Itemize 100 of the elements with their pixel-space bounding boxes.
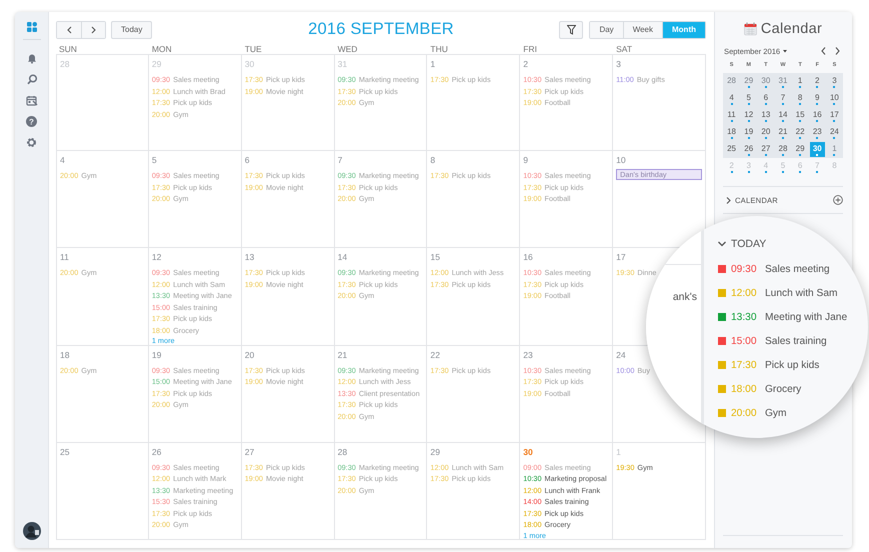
mini-calendar-day[interactable]: 14 (775, 108, 791, 123)
filter-icon (566, 24, 576, 34)
sidebar-title: Calendar (760, 20, 822, 36)
next-month-icon[interactable] (835, 47, 840, 55)
mini-calendar-day[interactable]: 26 (741, 142, 756, 157)
settings-icon[interactable] (26, 137, 37, 148)
weekday-header: WED (336, 43, 358, 54)
event-title: Sales training (765, 336, 827, 346)
add-icon[interactable] (833, 195, 843, 205)
mini-calendar-day[interactable]: 28 (724, 74, 740, 89)
mini-calendar-day[interactable]: 17 (826, 108, 842, 123)
notification-bell-icon[interactable] (26, 53, 36, 64)
day-number: 25 (60, 446, 70, 457)
mini-calendar-day[interactable]: 22 (792, 125, 808, 140)
mini-calendar-day[interactable]: 5 (741, 91, 756, 106)
mini-calendar-day[interactable]: 27 (758, 142, 774, 157)
today-button[interactable]: Today (111, 20, 152, 38)
weekday-header: MON (150, 43, 173, 54)
month-title: 2016 SEPTEMBER (308, 20, 454, 39)
day-number: 22 (430, 350, 440, 360)
mini-calendar-day[interactable]: 29 (792, 142, 808, 157)
mini-calendar-day[interactable]: 9 (810, 91, 825, 106)
magnified-text: ank's (672, 291, 697, 303)
event-title: Pick up kids (765, 360, 820, 370)
day-number: 8 (430, 155, 436, 166)
previous-month-icon[interactable] (821, 47, 826, 55)
mini-calendar-day[interactable]: 16 (810, 108, 825, 123)
mini-calendar-day[interactable]: 23 (810, 125, 825, 140)
mini-calendar-day[interactable]: 18 (724, 125, 740, 140)
event-title: Meeting with Jane (765, 312, 848, 322)
day-number: 4 (60, 155, 65, 166)
mini-calendar-day[interactable]: 24 (826, 125, 842, 140)
mini-calendar-day[interactable]: 31 (775, 74, 791, 89)
search-icon[interactable] (26, 74, 36, 85)
today-event[interactable]: 18:00 Grocery (718, 377, 802, 401)
mini-calendar-day[interactable]: 30 (810, 142, 825, 157)
mini-calendar-day[interactable]: 30 (758, 74, 774, 89)
mini-calendar-day[interactable]: 15 (792, 108, 808, 123)
day-number: 6 (244, 155, 250, 166)
today-event[interactable]: 15:00 Sales training (718, 329, 827, 353)
day-number: 20 (244, 350, 254, 360)
mini-calendar-day[interactable]: 10 (826, 91, 842, 106)
day-number: 29 (430, 446, 440, 457)
event-time: 13:30 (731, 312, 758, 322)
day-number: 28 (338, 446, 348, 457)
mini-calendar-day[interactable]: 6 (758, 91, 774, 106)
mini-calendar-day[interactable]: 3 (741, 159, 756, 174)
mini-calendar-day[interactable]: 8 (792, 91, 808, 106)
mini-calendar-day[interactable]: 4 (758, 159, 774, 174)
mini-calendar-day[interactable]: 13 (758, 108, 774, 123)
today-event[interactable]: 09:30 Sales meeting (718, 257, 830, 281)
chevron-right-icon (91, 26, 96, 34)
today-event[interactable]: 17:30 Pick up kids (718, 353, 820, 377)
mini-calendar-day[interactable]: 8 (826, 159, 842, 174)
mini-calendar-day[interactable]: 29 (741, 74, 756, 89)
mini-calendar-day[interactable]: 12 (741, 108, 756, 123)
next-button[interactable] (81, 22, 105, 38)
day-number: 1 (616, 446, 621, 457)
day-number: 18 (60, 350, 70, 360)
day-number: 30 (244, 59, 254, 69)
mini-calendar-day[interactable]: 1 (826, 142, 842, 157)
day-number: 23 (523, 350, 533, 360)
day-number: 31 (338, 59, 348, 69)
day-number: 10 (616, 155, 626, 166)
mini-calendar-day[interactable]: 7 (810, 159, 825, 174)
day-number: 2 (523, 59, 528, 69)
help-icon[interactable]: ? (26, 116, 37, 127)
chevron-down-icon (718, 241, 726, 247)
day-number: 3 (616, 59, 621, 69)
user-avatar[interactable] (22, 522, 40, 540)
mini-calendar-day[interactable]: 5 (775, 159, 791, 174)
view-tab[interactable]: Month (662, 22, 705, 38)
mini-calendar-day[interactable]: 20 (758, 125, 774, 140)
mini-calendar-day[interactable]: 21 (775, 125, 791, 140)
day-number: 19 (152, 350, 162, 360)
filter-button[interactable] (559, 20, 584, 38)
mini-calendar-day[interactable]: 1 (792, 74, 808, 89)
mini-calendar-day[interactable]: 2 (810, 74, 825, 89)
day-number: 12 (152, 252, 162, 262)
today-event[interactable]: 12:00 Lunch with Sam (718, 281, 838, 305)
calendar-edit-icon[interactable] (26, 95, 38, 106)
today-event[interactable]: 20:00 Gym (718, 401, 787, 425)
mini-calendar-day[interactable]: 28 (775, 142, 791, 157)
mini-calendar-day[interactable]: 3 (826, 74, 842, 89)
mini-calendar-day[interactable]: 19 (741, 125, 756, 140)
mini-calendar-day[interactable]: 2 (724, 159, 740, 174)
day-number: 24 (616, 350, 626, 360)
day-number: 16 (523, 252, 533, 262)
apps-icon[interactable] (26, 22, 36, 32)
day-number: 13 (244, 252, 254, 262)
mini-calendar-day[interactable]: 11 (724, 108, 740, 123)
mini-calendar-day[interactable]: 6 (792, 159, 808, 174)
mini-calendar-day[interactable]: 25 (724, 142, 740, 157)
day-number: 26 (152, 446, 162, 457)
event-time: 17:30 (731, 360, 758, 370)
today-event[interactable]: 13:30 Meeting with Jane (718, 305, 848, 329)
today-section-header[interactable]: TODAY (718, 237, 766, 251)
day-number: 7 (338, 155, 342, 166)
mini-calendar-day[interactable]: 4 (724, 91, 740, 106)
mini-calendar-day[interactable]: 7 (775, 91, 791, 106)
